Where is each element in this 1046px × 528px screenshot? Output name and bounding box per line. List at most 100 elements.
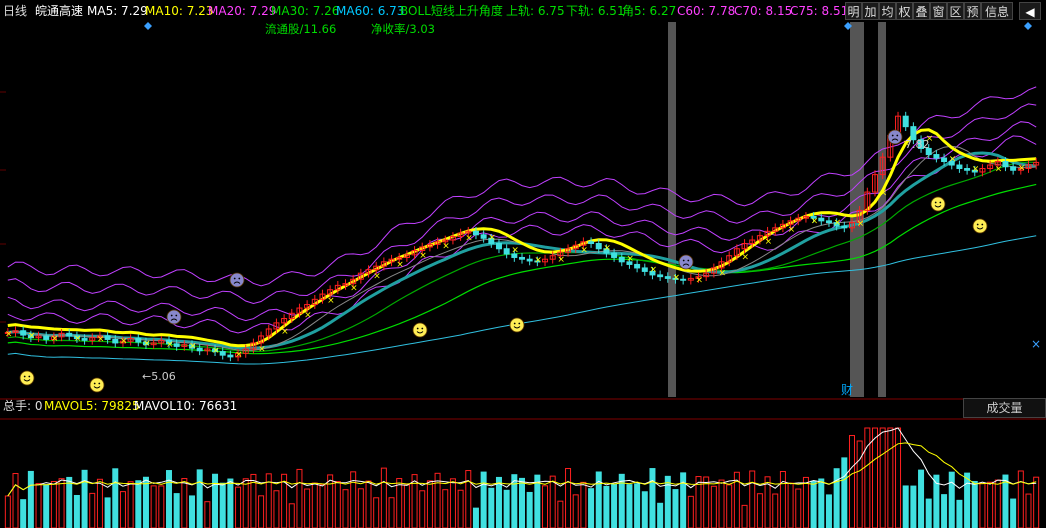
tool-button-forecast[interactable]: 预 <box>964 2 981 20</box>
volume-bar <box>204 501 211 528</box>
volume-bar <box>288 503 295 528</box>
x-marker: × <box>5 329 13 339</box>
candle-body <box>472 230 479 236</box>
candle-body <box>956 164 963 170</box>
x-marker: × <box>857 219 865 229</box>
financial-marker[interactable]: 财 <box>841 381 853 398</box>
ma60-value: MA60: 6.73 <box>336 4 405 18</box>
candle-body <box>81 338 88 341</box>
face-eye <box>891 134 894 137</box>
period-label[interactable]: 日线 <box>3 4 27 18</box>
volume-bar <box>879 427 886 528</box>
volume-bar <box>365 480 372 528</box>
volume-bar <box>557 500 564 528</box>
volume-bar <box>756 493 763 528</box>
x-marker: × <box>511 245 519 255</box>
crosshair-icon: × <box>1031 337 1041 351</box>
mavol10-value: MAVOL10: 76631 <box>134 399 238 413</box>
smiley-face-icon <box>930 196 946 212</box>
lower-value: 下轨: 6.51 <box>566 4 625 18</box>
volume-bar <box>73 494 80 528</box>
low-price-label: ←5.06 <box>142 370 176 383</box>
sad-face-icon <box>229 272 245 288</box>
x-marker: × <box>143 339 151 349</box>
candle-body <box>611 252 618 258</box>
volume-bar <box>472 507 479 528</box>
volume-indicator-button[interactable]: 成交量 <box>963 398 1046 418</box>
volume-bar <box>396 478 403 528</box>
volume-bar <box>503 489 510 528</box>
volume-bar <box>142 476 149 528</box>
candle-body <box>634 263 641 269</box>
volume-bar <box>802 476 809 528</box>
stock-name: 皖通高速 <box>35 4 84 18</box>
x-marker: × <box>603 243 611 253</box>
face-eye <box>934 201 937 204</box>
volume-bar <box>680 472 687 528</box>
candle-body <box>1002 161 1009 168</box>
tool-button-range[interactable]: 区 <box>947 2 964 20</box>
volume-bar <box>495 476 502 528</box>
volume-bar <box>749 470 756 528</box>
x-marker: × <box>28 331 36 341</box>
volume-bar <box>212 473 219 528</box>
x-marker: × <box>626 254 634 264</box>
face-eye <box>233 277 236 280</box>
upper-value: 上轨: 6.75 <box>506 4 565 18</box>
candle-body <box>503 248 510 255</box>
smiley-face-icon <box>19 370 35 386</box>
volume-bar <box>449 478 456 528</box>
volume-bar <box>465 470 472 528</box>
volume-bar <box>1033 476 1040 528</box>
x-marker: × <box>281 327 289 337</box>
x-marker: × <box>995 164 1003 174</box>
volume-bar <box>833 468 840 528</box>
high-price-label: 7.82 <box>905 138 930 151</box>
collapse-arrow-icon[interactable]: ◀ <box>1019 2 1041 20</box>
volume-bar <box>703 476 710 528</box>
x-marker: × <box>834 218 842 228</box>
x-marker: × <box>949 155 957 165</box>
tool-button-window[interactable]: 窗 <box>930 2 947 20</box>
volume-bar <box>941 494 948 528</box>
ma20-value: MA20: 7.29 <box>208 4 277 18</box>
x-marker: × <box>1018 163 1026 173</box>
volume-bar <box>304 488 311 528</box>
tool-button-average[interactable]: 均 <box>879 2 896 20</box>
tool-button-rights[interactable]: 权 <box>896 2 913 20</box>
kline-chart[interactable]: × × × × × × × × × × × × × × × × × × × × × × × × × × × × × × × × × × × × × × × ×… <box>0 22 1046 528</box>
event-band <box>668 22 676 397</box>
volume-bar <box>135 480 142 528</box>
tool-button-overlay[interactable]: 叠 <box>913 2 930 20</box>
tool-button-info[interactable]: 信息 <box>981 2 1013 20</box>
face-eye <box>98 382 101 385</box>
volume-bar <box>925 498 932 528</box>
volume-bar <box>948 471 955 528</box>
x-marker: × <box>649 265 657 275</box>
volume-bar <box>672 489 679 528</box>
x-marker: × <box>557 255 565 265</box>
x-marker: × <box>212 346 220 356</box>
candle-body <box>43 335 50 340</box>
x-marker: × <box>719 269 727 279</box>
volume-bar <box>119 491 126 528</box>
tool-button-ming[interactable]: 明 <box>845 2 862 20</box>
candle-body <box>664 276 671 279</box>
volume-bar <box>818 478 825 528</box>
candle-body <box>526 258 533 262</box>
sad-face-icon <box>678 254 694 270</box>
volume-bar <box>1010 498 1017 528</box>
smiley-face-icon <box>89 377 105 393</box>
x-marker: × <box>327 296 335 306</box>
candle-body <box>588 241 595 245</box>
face-eye <box>416 327 419 330</box>
volume-bar <box>979 483 986 528</box>
x-marker: × <box>51 334 59 344</box>
tool-button-add[interactable]: 加 <box>862 2 879 20</box>
volume-bar <box>403 484 410 528</box>
volume-bar <box>181 478 188 528</box>
volume-bar <box>588 488 595 528</box>
x-marker: × <box>166 340 174 350</box>
x-marker: × <box>442 242 450 252</box>
candle-body <box>173 343 180 347</box>
